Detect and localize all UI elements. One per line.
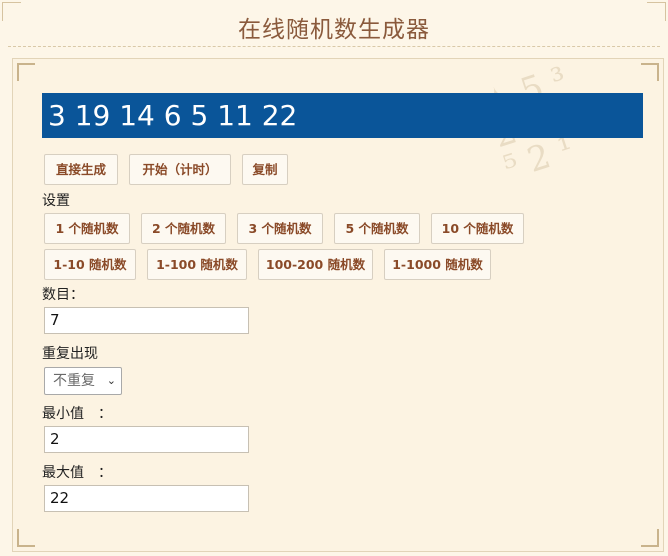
repeat-select[interactable]: 不重复 ⌄ — [44, 367, 122, 395]
header-divider — [8, 46, 660, 47]
header-corner-left-icon — [2, 2, 21, 21]
min-input[interactable]: 2 — [44, 426, 249, 453]
corner-ornament-icon — [17, 529, 35, 547]
repeat-label: 重复出现 — [42, 346, 98, 362]
generate-button[interactable]: 直接生成 — [44, 154, 118, 185]
preset-10-numbers-button[interactable]: 10 个随机数 — [431, 213, 524, 244]
max-label: 最大值 ： — [42, 465, 112, 481]
preset-3-numbers-button[interactable]: 3 个随机数 — [237, 213, 323, 244]
max-input[interactable]: 22 — [44, 485, 249, 512]
page-title: 在线随机数生成器 — [238, 17, 430, 43]
page: 在线随机数生成器 ✦ 5 ³2 ∽ 1⁵ 2 ¹ 3 19 14 6 5 11 … — [0, 0, 668, 556]
settings-heading: 设置 — [42, 193, 70, 209]
header-corner-right-icon — [647, 2, 666, 21]
corner-ornament-icon — [641, 63, 659, 81]
range-1-10-button[interactable]: 1-10 随机数 — [44, 249, 136, 280]
range-1-100-button[interactable]: 1-100 随机数 — [147, 249, 247, 280]
copy-button[interactable]: 复制 — [242, 154, 288, 185]
range-1-1000-button[interactable]: 1-1000 随机数 — [384, 249, 491, 280]
min-label: 最小值 ： — [42, 406, 112, 422]
preset-1-number-button[interactable]: 1 个随机数 — [44, 213, 130, 244]
count-input[interactable]: 7 — [44, 307, 249, 334]
repeat-select-value: 不重复 — [53, 373, 95, 389]
count-label: 数目： — [42, 287, 84, 303]
preset-2-numbers-button[interactable]: 2 个随机数 — [141, 213, 226, 244]
corner-ornament-icon — [641, 529, 659, 547]
start-timed-button[interactable]: 开始（计时） — [129, 154, 231, 185]
header: 在线随机数生成器 — [0, 0, 668, 50]
corner-ornament-icon — [17, 63, 35, 81]
chevron-down-icon: ⌄ — [106, 374, 116, 387]
preset-5-numbers-button[interactable]: 5 个随机数 — [334, 213, 420, 244]
result-display: 3 19 14 6 5 11 22 — [42, 93, 643, 138]
range-100-200-button[interactable]: 100-200 随机数 — [258, 249, 373, 280]
